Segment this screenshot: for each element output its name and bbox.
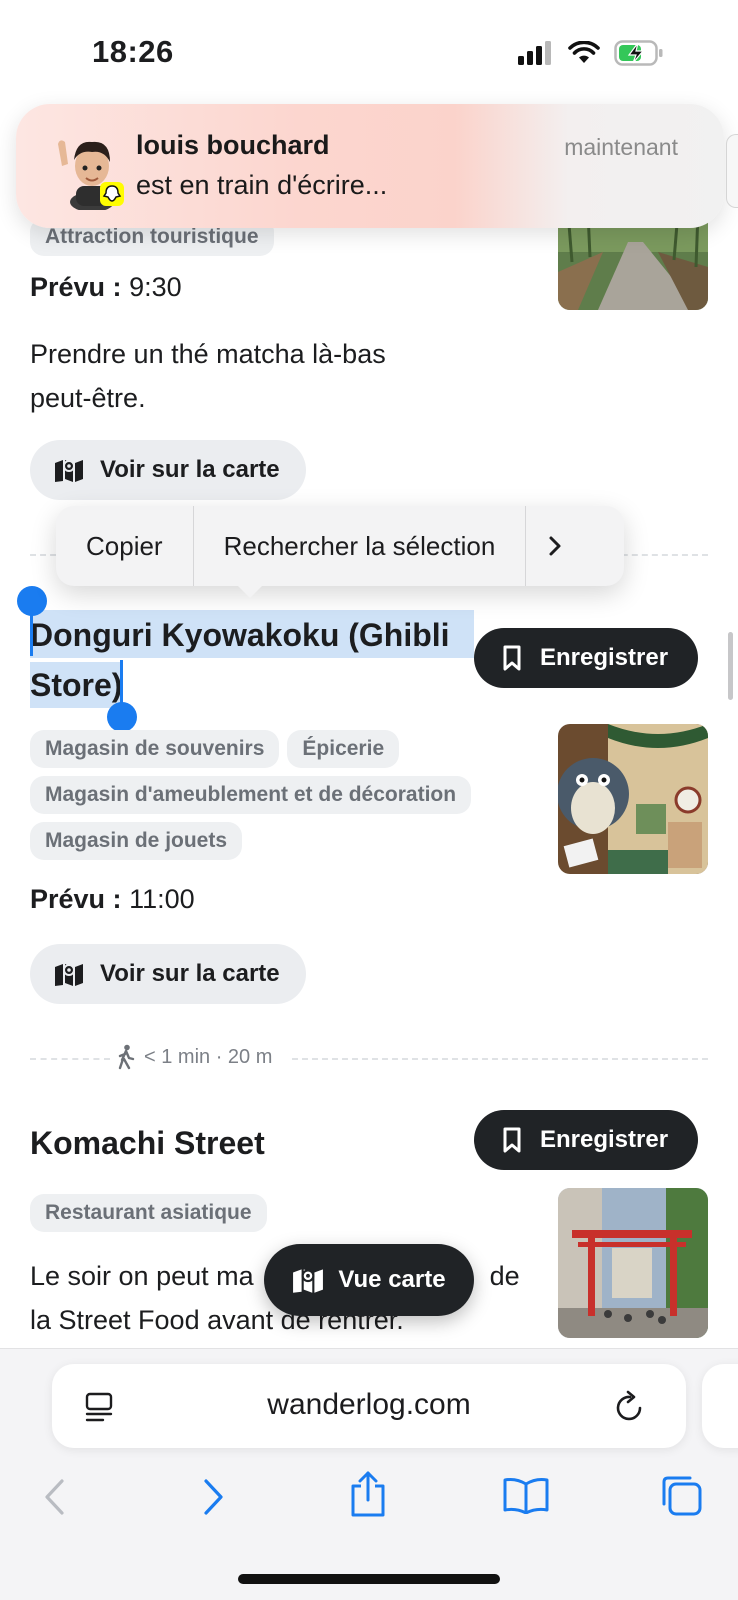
item1-map-button[interactable]: Voir sur la carte [30,440,306,500]
bookmark-icon [503,1127,521,1153]
chip: Épicerie [287,730,400,768]
snapchat-notification[interactable]: louis bouchard est en train d'écrire... … [16,104,724,228]
reload-icon[interactable] [614,1390,646,1424]
walk-info: < 1 min · 20 m [116,1044,272,1070]
url-text: wanderlog.com [267,1388,471,1421]
divider [30,1058,110,1060]
address-bar[interactable]: wanderlog.com [52,1364,686,1448]
forward-icon[interactable] [202,1478,226,1516]
tabs-icon[interactable] [660,1474,704,1518]
map-icon [293,1269,324,1293]
status-icons [518,40,664,66]
item1-planned: Prévu : 9:30 [30,272,182,302]
selection-end-handle[interactable] [107,702,137,732]
item3-title[interactable]: Komachi Street [30,1118,265,1168]
share-icon[interactable] [348,1470,388,1518]
more-menu-button[interactable] [526,506,584,586]
item2-title[interactable]: Donguri Kyowakoku (Ghibli Store) [30,610,450,710]
item3-thumbnail[interactable] [558,1188,708,1338]
avatar [52,130,132,212]
scroll-indicator[interactable] [728,632,733,700]
status-time: 18:26 [92,34,174,69]
back-icon[interactable] [42,1478,66,1516]
map-icon [55,460,83,482]
map-icon [55,964,83,986]
banner-peek [726,134,738,208]
item3-category-chip: Restaurant asiatique [30,1194,267,1232]
item3-save-button[interactable]: Enregistrer [474,1110,699,1170]
divider [292,1058,708,1060]
selection-start-bar [30,600,33,656]
signal-icon [518,41,551,65]
walking-icon [118,1044,135,1070]
notification-message: est en train d'écrire... [136,170,388,200]
chip: Magasin de jouets [30,822,243,860]
menu-pointer [236,584,264,598]
lookup-selection-menu-item[interactable]: Rechercher la sélection [194,506,526,586]
bookmark-icon [503,645,521,671]
chip: Magasin de souvenirs [30,730,280,768]
text-selection-menu: Copier Rechercher la sélection [56,506,624,586]
map-view-button[interactable]: Vue carte [264,1244,474,1316]
bookmarks-icon[interactable] [502,1476,550,1514]
item2-save-button[interactable]: Enregistrer [474,628,699,688]
item2-map-button[interactable]: Voir sur la carte [30,944,306,1004]
notification-time: maintenant [564,134,678,160]
item2-chips: Magasin de souvenirs Épicerie Magasin d'… [30,730,490,860]
notification-sender: louis bouchard [136,130,330,160]
chevron-right-icon [549,536,561,556]
battery-charging-icon [614,40,663,66]
wifi-icon [568,41,600,63]
next-tab-peek[interactable] [702,1364,738,1448]
copy-menu-item[interactable]: Copier [56,506,193,586]
home-indicator [238,1574,500,1584]
item2-thumbnail[interactable] [558,724,708,874]
item1-note: Prendre un thé matcha là-bas peut-être. [30,339,386,413]
item2-planned: Prévu : 11:00 [30,884,195,914]
chip: Magasin d'ameublement et de décoration [30,776,472,814]
